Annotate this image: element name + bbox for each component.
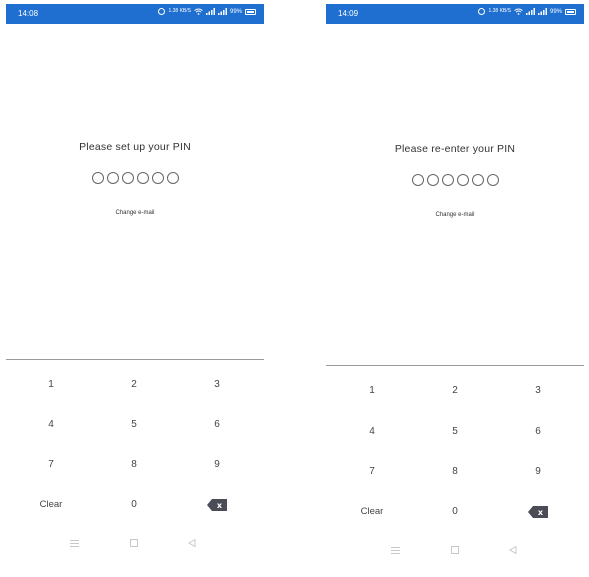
key-8[interactable]: 8 — [104, 456, 164, 474]
key-1[interactable]: 1 — [342, 382, 402, 400]
pin-indicator — [6, 172, 264, 184]
backspace-button[interactable]: x — [528, 506, 548, 518]
signal-icon — [537, 8, 547, 15]
clear-button[interactable]: Clear — [21, 496, 81, 514]
status-bar: 14:08 1.38 KB/S 99% — [6, 4, 264, 24]
status-time: 14:09 — [338, 9, 359, 18]
network-speed: 1.38 KB/S — [168, 8, 191, 14]
battery-percent: 99% — [229, 8, 242, 15]
system-nav-bar — [326, 544, 584, 556]
wifi-icon — [514, 8, 523, 15]
key-4[interactable]: 4 — [342, 423, 402, 441]
battery-icon — [245, 8, 256, 15]
phone-screen-reenter-pin: 14:09 1.38 KB/S 99% Please re-enter your… — [326, 4, 584, 572]
back-triangle-icon[interactable] — [507, 544, 519, 556]
back-triangle-icon[interactable] — [186, 537, 198, 549]
phone-screen-setup-pin: 14:08 1.38 KB/S 99% Please set up your P… — [6, 4, 264, 564]
backspace-button[interactable]: x — [207, 499, 227, 511]
key-4[interactable]: 4 — [21, 416, 81, 434]
wifi-icon — [194, 8, 203, 15]
status-icons: 1.38 KB/S 99% — [478, 8, 576, 15]
pin-slot — [136, 172, 149, 184]
system-nav-bar — [6, 537, 264, 549]
keypad-divider — [6, 359, 264, 360]
change-email-link[interactable]: Change e-mail — [6, 210, 264, 216]
key-2[interactable]: 2 — [425, 382, 485, 400]
pin-slot — [456, 174, 469, 186]
battery-percent: 99% — [549, 8, 562, 15]
keypad-divider — [326, 365, 584, 366]
pin-slot — [471, 174, 484, 186]
key-2[interactable]: 2 — [104, 376, 164, 394]
key-5[interactable]: 5 — [425, 423, 485, 441]
backspace-glyph: x — [538, 508, 544, 517]
key-0[interactable]: 0 — [425, 503, 485, 521]
pin-slot — [121, 172, 134, 184]
key-0[interactable]: 0 — [104, 496, 164, 514]
page-title: Please re-enter your PIN — [394, 143, 516, 155]
data-saver-icon — [158, 8, 166, 15]
key-3[interactable]: 3 — [508, 382, 568, 400]
pin-slot — [106, 172, 119, 184]
pin-slot — [166, 172, 179, 184]
data-saver-icon — [478, 8, 486, 15]
key-9[interactable]: 9 — [508, 463, 568, 481]
status-icons: 1.38 KB/S 99% — [158, 8, 256, 15]
pin-slot — [486, 174, 499, 186]
key-7[interactable]: 7 — [342, 463, 402, 481]
change-email-link[interactable]: Change e-mail — [326, 212, 584, 218]
backspace-glyph: x — [217, 501, 223, 510]
menu-icon[interactable] — [68, 537, 80, 549]
key-6[interactable]: 6 — [508, 423, 568, 441]
status-time: 14:08 — [18, 9, 39, 18]
key-1[interactable]: 1 — [21, 376, 81, 394]
network-speed: 1.38 KB/S — [488, 8, 511, 14]
signal-icon — [217, 8, 227, 15]
menu-icon[interactable] — [389, 544, 401, 556]
pin-slot — [91, 172, 104, 184]
pin-slot — [411, 174, 424, 186]
key-9[interactable]: 9 — [187, 456, 247, 474]
key-6[interactable]: 6 — [187, 416, 247, 434]
pin-slot — [441, 174, 454, 186]
signal-icon — [205, 8, 215, 15]
home-square-icon[interactable] — [128, 537, 140, 549]
pin-slot — [426, 174, 439, 186]
status-bar: 14:09 1.38 KB/S 99% — [326, 4, 584, 24]
home-square-icon[interactable] — [449, 544, 461, 556]
battery-icon — [565, 8, 576, 15]
pin-indicator — [326, 174, 584, 186]
pin-slot — [151, 172, 164, 184]
page-title: Please set up your PIN — [79, 141, 191, 153]
key-3[interactable]: 3 — [187, 376, 247, 394]
clear-button[interactable]: Clear — [342, 503, 402, 521]
signal-icon — [525, 8, 535, 15]
key-8[interactable]: 8 — [425, 463, 485, 481]
key-7[interactable]: 7 — [21, 456, 81, 474]
key-5[interactable]: 5 — [104, 416, 164, 434]
